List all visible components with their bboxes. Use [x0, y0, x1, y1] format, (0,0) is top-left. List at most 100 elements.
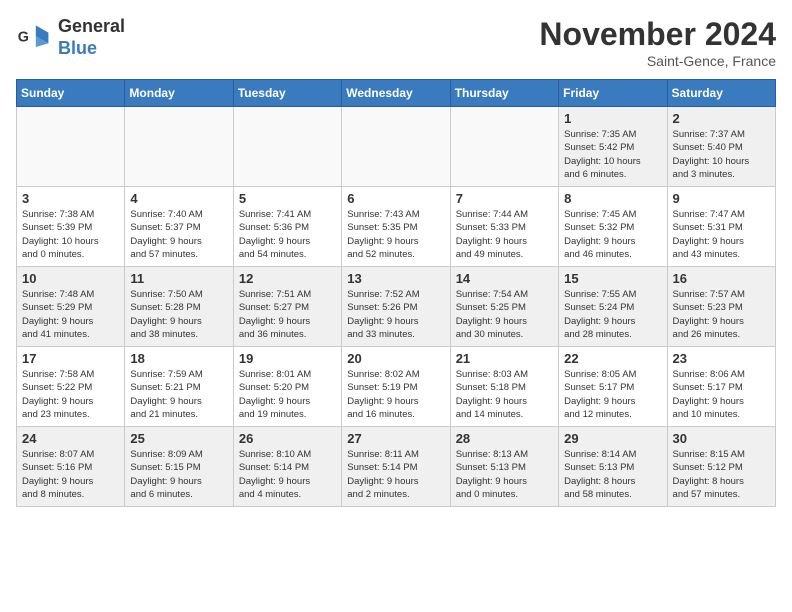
calendar-day-cell: 21Sunrise: 8:03 AMSunset: 5:18 PMDayligh…	[450, 347, 558, 427]
day-number: 30	[673, 431, 770, 446]
day-info: Sunrise: 8:06 AMSunset: 5:17 PMDaylight:…	[673, 368, 770, 421]
day-number: 24	[22, 431, 119, 446]
svg-text:G: G	[18, 29, 29, 45]
calendar-day-cell: 8Sunrise: 7:45 AMSunset: 5:32 PMDaylight…	[559, 187, 667, 267]
calendar-week-row: 1Sunrise: 7:35 AMSunset: 5:42 PMDaylight…	[17, 107, 776, 187]
day-number: 6	[347, 191, 444, 206]
day-info: Sunrise: 7:38 AMSunset: 5:39 PMDaylight:…	[22, 208, 119, 261]
day-number: 9	[673, 191, 770, 206]
day-number: 16	[673, 271, 770, 286]
day-number: 2	[673, 111, 770, 126]
day-number: 1	[564, 111, 661, 126]
day-info: Sunrise: 8:02 AMSunset: 5:19 PMDaylight:…	[347, 368, 444, 421]
day-number: 4	[130, 191, 227, 206]
calendar-day-cell: 1Sunrise: 7:35 AMSunset: 5:42 PMDaylight…	[559, 107, 667, 187]
calendar-day-cell: 22 Sunrise: 8:05 AMSunset: 5:17 PMDayligh…	[559, 347, 667, 427]
calendar-day-cell: 27Sunrise: 8:11 AMSunset: 5:14 PMDayligh…	[342, 427, 450, 507]
calendar-table: SundayMondayTuesdayWednesdayThursdayFrid…	[16, 79, 776, 507]
calendar-day-header: Thursday	[450, 80, 558, 107]
calendar-day-cell: 6 Sunrise: 7:43 AMSunset: 5:35 PMDaylight…	[342, 187, 450, 267]
calendar-day-cell: 30Sunrise: 8:15 AMSunset: 5:12 PMDayligh…	[667, 427, 775, 507]
calendar-day-cell: 24 Sunrise: 8:07 AMSunset: 5:16 PMDayligh…	[17, 427, 125, 507]
day-number: 15	[564, 271, 661, 286]
day-info: Sunrise: 7:55 AMSunset: 5:24 PMDaylight:…	[564, 288, 661, 341]
calendar-day-cell	[17, 107, 125, 187]
calendar-day-cell	[450, 107, 558, 187]
day-number: 19	[239, 351, 336, 366]
day-info: Sunrise: 7:51 AMSunset: 5:27 PMDaylight:…	[239, 288, 336, 341]
calendar-day-cell	[125, 107, 233, 187]
day-info: Sunrise: 7:52 AMSunset: 5:26 PMDaylight:…	[347, 288, 444, 341]
day-info: Sunrise: 8:11 AMSunset: 5:14 PMDaylight:…	[347, 448, 444, 501]
calendar-day-header: Saturday	[667, 80, 775, 107]
day-info: Sunrise: 8:07 AMSunset: 5:16 PMDaylight:…	[22, 448, 119, 501]
title-block: November 2024 Saint-Gence, France	[539, 16, 776, 69]
day-info: Sunrise: 7:58 AMSunset: 5:22 PMDaylight:…	[22, 368, 119, 421]
calendar-day-cell: 10 Sunrise: 7:48 AMSunset: 5:29 PMDayligh…	[17, 267, 125, 347]
day-number: 20	[347, 351, 444, 366]
day-info: Sunrise: 7:48 AMSunset: 5:29 PMDaylight:…	[22, 288, 119, 341]
calendar-body: 1Sunrise: 7:35 AMSunset: 5:42 PMDaylight…	[17, 107, 776, 507]
day-info: Sunrise: 8:05 AMSunset: 5:17 PMDaylight:…	[564, 368, 661, 421]
day-info: Sunrise: 7:59 AMSunset: 5:21 PMDaylight:…	[130, 368, 227, 421]
calendar-day-cell: 20 Sunrise: 8:02 AMSunset: 5:19 PMDayligh…	[342, 347, 450, 427]
day-number: 18	[130, 351, 227, 366]
calendar-day-cell: 16 Sunrise: 7:57 AMSunset: 5:23 PMDayligh…	[667, 267, 775, 347]
logo: G General Blue	[16, 16, 125, 59]
logo-icon: G	[16, 20, 52, 56]
calendar-day-header: Sunday	[17, 80, 125, 107]
day-number: 29	[564, 431, 661, 446]
calendar-day-cell: 2Sunrise: 7:37 AMSunset: 5:40 PMDaylight…	[667, 107, 775, 187]
calendar-day-header: Wednesday	[342, 80, 450, 107]
day-info: Sunrise: 7:57 AMSunset: 5:23 PMDaylight:…	[673, 288, 770, 341]
calendar-day-cell: 28 Sunrise: 8:13 AMSunset: 5:13 PMDayligh…	[450, 427, 558, 507]
calendar-day-header: Monday	[125, 80, 233, 107]
logo-text: General Blue	[58, 16, 125, 59]
calendar-day-cell: 13 Sunrise: 7:52 AMSunset: 5:26 PMDayligh…	[342, 267, 450, 347]
calendar-day-cell: 29Sunrise: 8:14 AMSunset: 5:13 PMDayligh…	[559, 427, 667, 507]
calendar-day-cell: 4 Sunrise: 7:40 AMSunset: 5:37 PMDaylight…	[125, 187, 233, 267]
day-number: 22	[564, 351, 661, 366]
calendar-day-cell: 25Sunrise: 8:09 AMSunset: 5:15 PMDayligh…	[125, 427, 233, 507]
day-number: 17	[22, 351, 119, 366]
calendar-day-cell: 15 Sunrise: 7:55 AMSunset: 5:24 PMDayligh…	[559, 267, 667, 347]
calendar-day-cell: 19Sunrise: 8:01 AMSunset: 5:20 PMDayligh…	[233, 347, 341, 427]
calendar-week-row: 24 Sunrise: 8:07 AMSunset: 5:16 PMDayligh…	[17, 427, 776, 507]
day-info: Sunrise: 8:03 AMSunset: 5:18 PMDaylight:…	[456, 368, 553, 421]
day-info: Sunrise: 8:09 AMSunset: 5:15 PMDaylight:…	[130, 448, 227, 501]
calendar-week-row: 3 Sunrise: 7:38 AMSunset: 5:39 PMDaylight…	[17, 187, 776, 267]
day-number: 3	[22, 191, 119, 206]
day-info: Sunrise: 7:44 AMSunset: 5:33 PMDaylight:…	[456, 208, 553, 261]
day-number: 14	[456, 271, 553, 286]
calendar-week-row: 17 Sunrise: 7:58 AMSunset: 5:22 PMDayligh…	[17, 347, 776, 427]
day-number: 26	[239, 431, 336, 446]
calendar-day-cell	[233, 107, 341, 187]
calendar-day-cell: 3 Sunrise: 7:38 AMSunset: 5:39 PMDaylight…	[17, 187, 125, 267]
calendar-day-cell: 23 Sunrise: 8:06 AMSunset: 5:17 PMDayligh…	[667, 347, 775, 427]
day-number: 12	[239, 271, 336, 286]
day-info: Sunrise: 7:43 AMSunset: 5:35 PMDaylight:…	[347, 208, 444, 261]
calendar-day-cell: 5Sunrise: 7:41 AMSunset: 5:36 PMDaylight…	[233, 187, 341, 267]
day-number: 7	[456, 191, 553, 206]
day-number: 13	[347, 271, 444, 286]
day-number: 10	[22, 271, 119, 286]
month-title: November 2024	[539, 16, 776, 53]
calendar-day-cell: 18 Sunrise: 7:59 AMSunset: 5:21 PMDayligh…	[125, 347, 233, 427]
day-info: Sunrise: 7:45 AMSunset: 5:32 PMDaylight:…	[564, 208, 661, 261]
day-number: 28	[456, 431, 553, 446]
calendar-day-cell: 26 Sunrise: 8:10 AMSunset: 5:14 PMDayligh…	[233, 427, 341, 507]
day-info: Sunrise: 8:13 AMSunset: 5:13 PMDaylight:…	[456, 448, 553, 501]
day-info: Sunrise: 7:54 AMSunset: 5:25 PMDaylight:…	[456, 288, 553, 341]
day-number: 11	[130, 271, 227, 286]
calendar-day-cell: 11 Sunrise: 7:50 AMSunset: 5:28 PMDayligh…	[125, 267, 233, 347]
location: Saint-Gence, France	[539, 53, 776, 69]
day-info: Sunrise: 7:47 AMSunset: 5:31 PMDaylight:…	[673, 208, 770, 261]
day-info: Sunrise: 7:40 AMSunset: 5:37 PMDaylight:…	[130, 208, 227, 261]
day-number: 23	[673, 351, 770, 366]
page-header: G General Blue November 2024 Saint-Gence…	[16, 16, 776, 69]
day-info: Sunrise: 8:10 AMSunset: 5:14 PMDaylight:…	[239, 448, 336, 501]
calendar-day-cell: 14 Sunrise: 7:54 AMSunset: 5:25 PMDayligh…	[450, 267, 558, 347]
calendar-day-cell	[342, 107, 450, 187]
day-info: Sunrise: 7:50 AMSunset: 5:28 PMDaylight:…	[130, 288, 227, 341]
calendar-day-header: Tuesday	[233, 80, 341, 107]
